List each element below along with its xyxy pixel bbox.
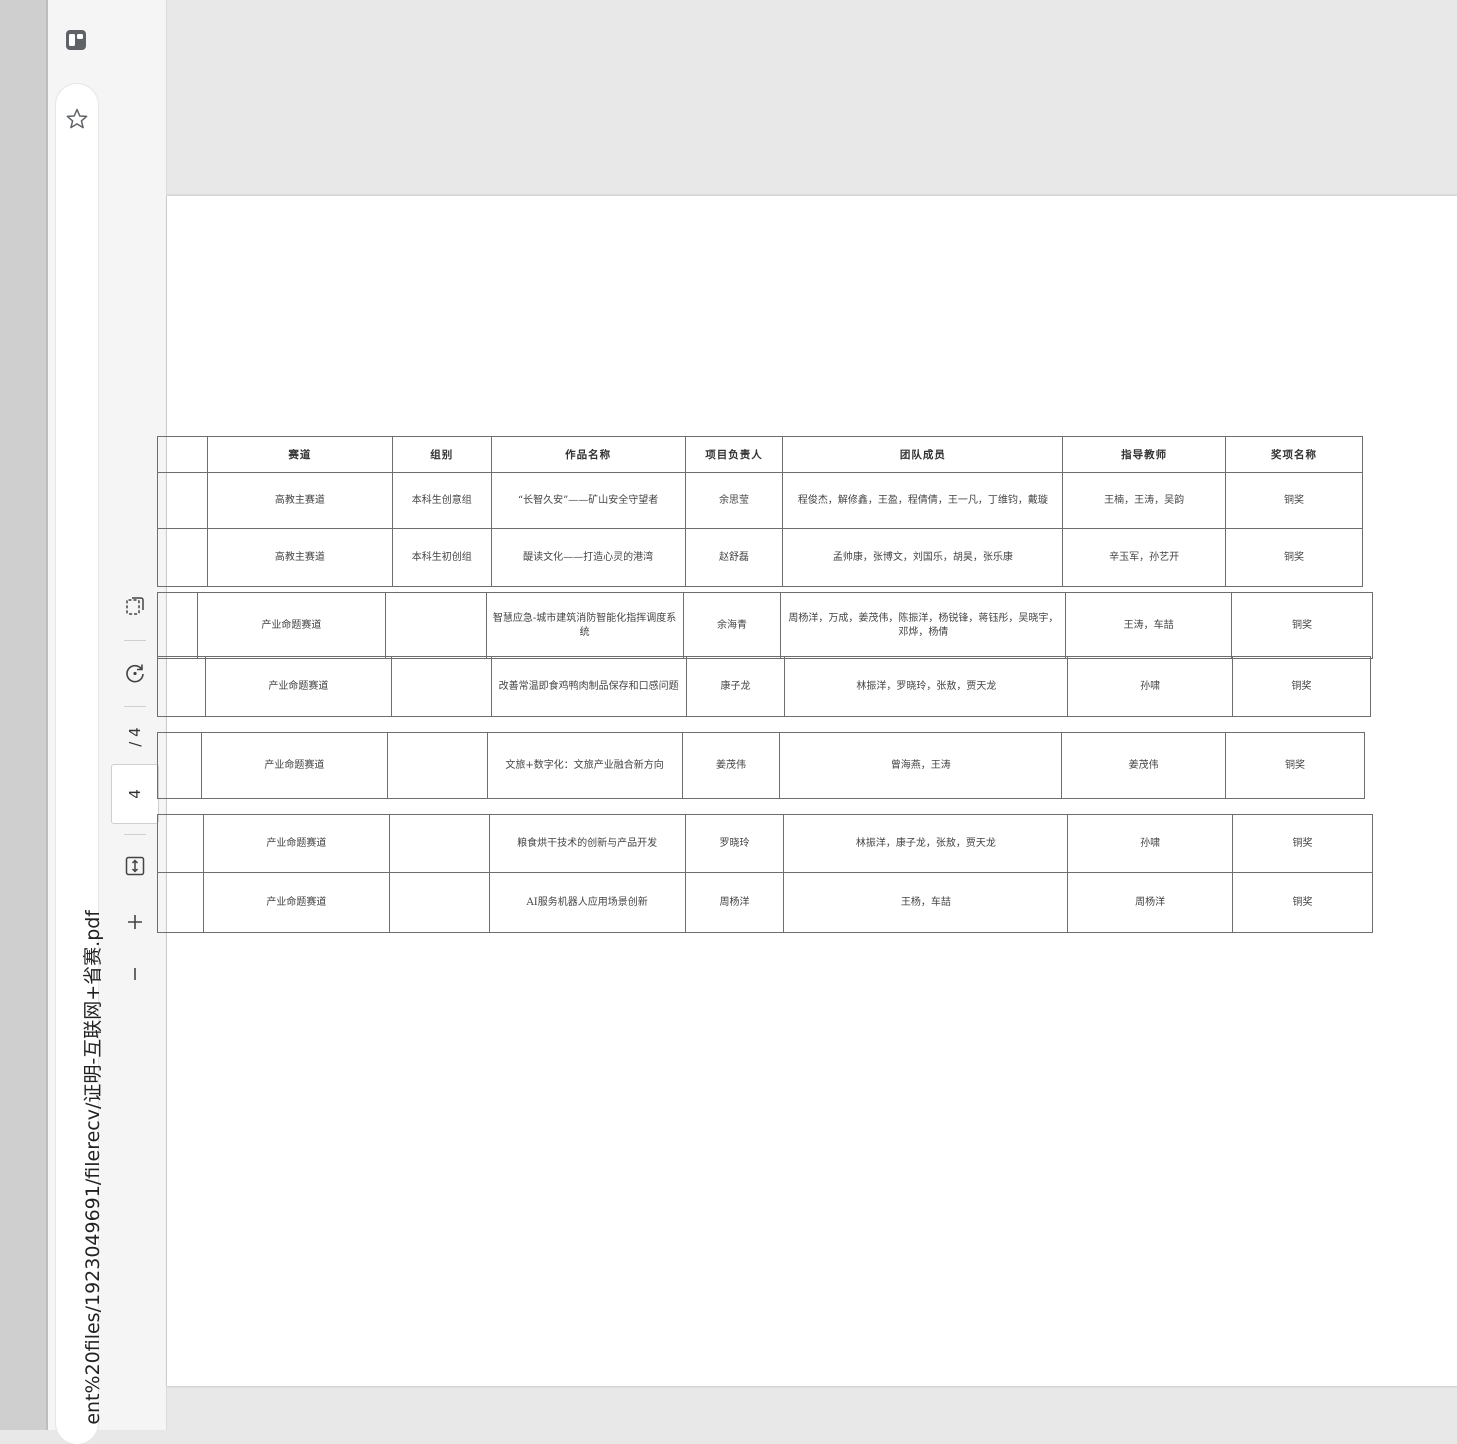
- tab-actions-icon[interactable]: [65, 29, 87, 51]
- cell: 产业命题赛道: [196, 592, 386, 659]
- cell: 产业命题赛道: [202, 814, 390, 873]
- table-row: 高教主赛道 本科生创意组 “长智久安”——矿山安全守望者 余思莹 程俊杰，解修鑫…: [157, 472, 1363, 529]
- cell: 辛玉军，孙艺开: [1062, 528, 1227, 587]
- cell: 铜奖: [1225, 528, 1363, 587]
- award-table-block-2: 产业命题赛道 智慧应急-城市建筑消防智能化指挥调度系统 余海青 周杨洋，万成，姜…: [157, 592, 1373, 659]
- rotate-page-icon[interactable]: [120, 591, 150, 621]
- cell: 文旅+数字化：文旅产业融合新方向: [486, 732, 683, 799]
- header-cell: [157, 436, 208, 473]
- cell: [388, 872, 490, 933]
- page-total: / 4: [120, 722, 150, 752]
- cell: 产业命题赛道: [202, 872, 390, 933]
- table-header-row: 赛道 组别 作品名称 项目负责人 团队成员 指导教师 奖项名称: [157, 436, 1363, 473]
- cell: 铜奖: [1232, 656, 1371, 717]
- cell: 醍读文化——打造心灵的港湾: [490, 528, 686, 587]
- cell: 赵舒磊: [684, 528, 784, 587]
- header-cell: 指导教师: [1062, 436, 1227, 473]
- cell: 孙啸: [1067, 814, 1234, 873]
- zoom-out-icon[interactable]: [120, 959, 150, 989]
- cell: [384, 592, 487, 659]
- cell: 曾海燕，王涛: [779, 732, 1063, 799]
- background-window-edge: [0, 0, 48, 1430]
- cell: AI服务机器人应用场景创新: [488, 872, 686, 933]
- cell: [157, 732, 202, 799]
- cell: 铜奖: [1232, 872, 1373, 933]
- table-row: 产业命题赛道 粮食烘干技术的创新与产品开发 罗晓玲 林振洋，康子龙，张敖，贾天龙…: [157, 814, 1373, 873]
- cell: 粮食烘干技术的创新与产品开发: [488, 814, 686, 873]
- award-table-block-4: 产业命题赛道 文旅+数字化：文旅产业融合新方向 姜茂伟 曾海燕，王涛 姜茂伟 铜…: [157, 732, 1365, 799]
- cell: 程俊杰，解修鑫，王盈，程倩倩，王一凡，丁维钧，戴璇: [782, 472, 1064, 529]
- table-row: 产业命题赛道 智慧应急-城市建筑消防智能化指挥调度系统 余海青 周杨洋，万成，姜…: [157, 592, 1373, 659]
- cell: 余思莹: [684, 472, 784, 529]
- cell: [157, 872, 204, 933]
- cell: 林振洋，康子龙，张敖，贾天龙: [783, 814, 1069, 873]
- cell: [157, 592, 198, 659]
- cell: 王涛，车喆: [1065, 592, 1233, 659]
- cell: [157, 472, 208, 529]
- cell: 高教主赛道: [206, 472, 393, 529]
- page-number-value: 4: [126, 789, 144, 799]
- header-cell: 组别: [391, 436, 492, 473]
- header-cell: 作品名称: [490, 436, 686, 473]
- cell: 产业命题赛道: [200, 732, 388, 799]
- award-table-block-3: 产业命题赛道 改善常温即食鸡鸭肉制品保存和口感问题 康子龙 林振洋，罗晓玲，张敖…: [157, 656, 1371, 717]
- favorite-star-icon[interactable]: [65, 107, 89, 131]
- table-row: 高教主赛道 本科生初创组 醍读文化——打造心灵的港湾 赵舒磊 孟帅康，张博文，刘…: [157, 528, 1363, 587]
- cell: 高教主赛道: [206, 528, 393, 587]
- cell: 余海青: [682, 592, 782, 659]
- toolbar-separator: [124, 834, 146, 835]
- cell: 产业命题赛道: [204, 656, 392, 717]
- cell: “长智久安”——矿山安全守望者: [490, 472, 686, 529]
- header-cell: 赛道: [206, 436, 393, 473]
- cell: 孟帅康，张博文，刘国乐，胡昊，张乐康: [782, 528, 1064, 587]
- award-table-block-1: 赛道 组别 作品名称 项目负责人 团队成员 指导教师 奖项名称 高教主赛道 本科…: [157, 436, 1363, 587]
- cell: [157, 528, 208, 587]
- cell: 姜茂伟: [1061, 732, 1227, 799]
- header-cell: 团队成员: [782, 436, 1064, 473]
- page-number-input[interactable]: 4: [111, 764, 159, 824]
- fit-page-icon[interactable]: [120, 851, 150, 881]
- cell: [388, 814, 490, 873]
- cell: 罗晓玲: [684, 814, 785, 873]
- table-row: 产业命题赛道 改善常温即食鸡鸭肉制品保存和口感问题 康子龙 林振洋，罗晓玲，张敖…: [157, 656, 1371, 717]
- cell: 铜奖: [1225, 472, 1363, 529]
- cell: [157, 814, 204, 873]
- cell: 周杨洋: [1067, 872, 1234, 933]
- pdf-page: 赛道 组别 作品名称 项目负责人 团队成员 指导教师 奖项名称 高教主赛道 本科…: [157, 196, 1457, 1386]
- rotate-clockwise-icon[interactable]: [120, 658, 150, 688]
- header-cell: 奖项名称: [1225, 436, 1363, 473]
- award-table-block-5: 产业命题赛道 粮食烘干技术的创新与产品开发 罗晓玲 林振洋，康子龙，张敖，贾天龙…: [157, 814, 1373, 933]
- cell: 王杨，车喆: [783, 872, 1069, 933]
- toolbar-separator: [124, 706, 146, 707]
- cell: 周杨洋: [684, 872, 785, 933]
- cell: 孙啸: [1067, 656, 1234, 717]
- cell: 本科生创意组: [391, 472, 492, 529]
- cell: 改善常温即食鸡鸭肉制品保存和口感问题: [490, 656, 687, 717]
- cell: 康子龙: [685, 656, 786, 717]
- table-row: 产业命题赛道 AI服务机器人应用场景创新 周杨洋 王杨，车喆 周杨洋 铜奖: [157, 872, 1373, 933]
- toolbar-separator: [124, 640, 146, 641]
- cell: 本科生初创组: [391, 528, 492, 587]
- cell: 铜奖: [1232, 814, 1373, 873]
- cell: 姜茂伟: [681, 732, 781, 799]
- cell: 铜奖: [1231, 592, 1373, 659]
- header-cell: 项目负责人: [684, 436, 784, 473]
- cell: [390, 656, 492, 717]
- table-row: 产业命题赛道 文旅+数字化：文旅产业融合新方向 姜茂伟 曾海燕，王涛 姜茂伟 铜…: [157, 732, 1365, 799]
- url-text[interactable]: ent%20files/1923049691/filerecv/证明-互联网+省…: [78, 910, 105, 1430]
- zoom-in-icon[interactable]: [120, 907, 150, 937]
- cell: [386, 732, 488, 799]
- cell: 王楠，王涛，吴韵: [1062, 472, 1227, 529]
- cell: [157, 656, 206, 717]
- cell: 铜奖: [1225, 732, 1365, 799]
- page-total-label: / 4: [126, 727, 144, 747]
- cell: 周杨洋，万成，姜茂伟，陈振洋，杨锐锋，蒋钰彤，吴晓宇，邓烨，杨倩: [780, 592, 1067, 659]
- cell: 智慧应急-城市建筑消防智能化指挥调度系统: [485, 592, 684, 659]
- cell: 林振洋，罗晓玲，张敖，贾天龙: [784, 656, 1069, 717]
